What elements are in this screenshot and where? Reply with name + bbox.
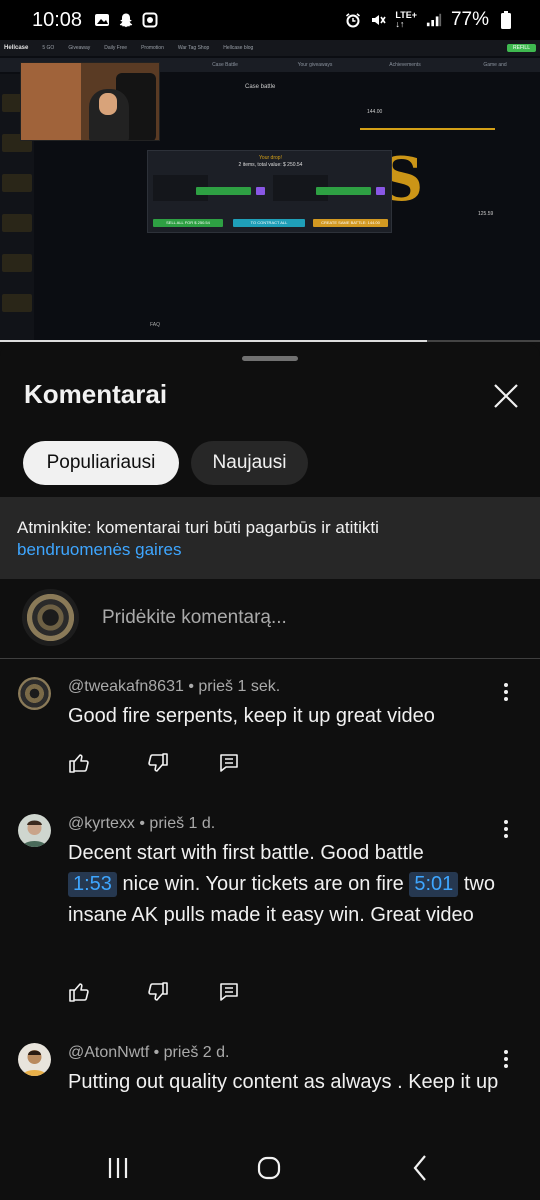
video-progress-fill bbox=[0, 340, 427, 342]
video-progress-bar[interactable] bbox=[0, 340, 540, 342]
comment-text: Putting out quality content as always . … bbox=[68, 1071, 499, 1093]
comment-avatar[interactable] bbox=[18, 677, 51, 710]
video-sidebar-thumb bbox=[2, 294, 32, 312]
recent-apps-icon[interactable] bbox=[100, 1150, 136, 1186]
comment-text-part: Decent start with first battle. Good bat… bbox=[68, 842, 424, 864]
comment-meta: @AtonNwtf • prieš 2 d. bbox=[68, 1044, 230, 1061]
battery-icon bbox=[498, 11, 514, 29]
video-drop-modal: Your drop! 2 items, total value: $ 250.5… bbox=[147, 150, 392, 233]
comment-avatar[interactable] bbox=[18, 814, 51, 847]
video-refill-button: REFILL bbox=[507, 44, 536, 52]
mute-icon bbox=[370, 12, 387, 28]
system-nav-bar bbox=[0, 1136, 540, 1200]
video-modal-sell-all: SELL ALL FOR $ 250.54 bbox=[153, 219, 223, 227]
video-site-topbar: Hellcase 5 GO Giveaway Daily Free Promot… bbox=[0, 40, 540, 56]
video-player[interactable]: Hellcase 5 GO Giveaway Daily Free Promot… bbox=[0, 40, 540, 342]
home-icon[interactable] bbox=[251, 1150, 287, 1186]
add-comment-input[interactable]: Pridėkite komentarą... bbox=[102, 607, 287, 629]
video-nav-item: Game and bbox=[483, 62, 507, 68]
video-modal-title: Your drop! bbox=[259, 155, 282, 161]
notice-text: Atminkite: komentarai turi būti pagarbūs… bbox=[17, 518, 379, 537]
comment-time: prieš 2 d. bbox=[163, 1044, 230, 1061]
snapchat-icon bbox=[118, 12, 134, 28]
video-faq: FAQ bbox=[150, 322, 161, 328]
video-modal-sell bbox=[316, 187, 371, 195]
video-topbar-item: Promotion bbox=[141, 45, 164, 51]
panel-title: Komentarai bbox=[24, 379, 168, 409]
notification-icons bbox=[94, 12, 158, 28]
drag-handle[interactable] bbox=[242, 356, 298, 361]
status-bar: 10:08 LTE+ ↓↑ 77% bbox=[0, 0, 540, 40]
timestamp-link[interactable]: 1:53 bbox=[68, 872, 117, 897]
comment-author[interactable]: @AtonNwtf bbox=[68, 1044, 149, 1061]
video-topbar-item: Daily Free bbox=[104, 45, 128, 51]
close-icon bbox=[494, 384, 518, 408]
like-icon[interactable] bbox=[68, 981, 90, 1003]
video-nav-item: Your giveaways bbox=[297, 62, 333, 68]
dislike-icon[interactable] bbox=[147, 981, 169, 1003]
comment-text: Decent start with first battle. Good bat… bbox=[68, 838, 508, 931]
signal-icon bbox=[426, 12, 442, 28]
network-indicator: LTE+ ↓↑ bbox=[395, 10, 417, 29]
video-modal-sell bbox=[196, 187, 251, 195]
video-modal-subtitle: 2 items, total value: $ 250.54 bbox=[238, 162, 303, 168]
video-modal-action bbox=[256, 187, 265, 195]
comment-avatar[interactable] bbox=[18, 1043, 51, 1076]
video-sidebar-thumb bbox=[2, 214, 32, 232]
comment-meta: @tweakafn8631 • prieš 1 sek. bbox=[68, 678, 281, 695]
comment-meta: @kyrtexx • prieš 1 d. bbox=[68, 815, 216, 832]
comment-author[interactable]: @tweakafn8631 bbox=[68, 678, 184, 695]
chip-newest[interactable]: Naujausi bbox=[191, 441, 308, 485]
video-topbar-item: Hellcase blog bbox=[223, 45, 254, 51]
reply-icon[interactable] bbox=[218, 981, 240, 1003]
close-button[interactable] bbox=[490, 380, 522, 412]
video-topbar-item: 5 GO bbox=[42, 45, 55, 51]
status-time: 10:08 bbox=[32, 8, 83, 31]
reply-icon[interactable] bbox=[218, 752, 240, 774]
back-icon[interactable] bbox=[403, 1150, 439, 1186]
video-modal-create: CREATE SAME BATTLE: 144.00 bbox=[313, 219, 388, 227]
app-notification-icon bbox=[142, 12, 158, 28]
like-icon[interactable] bbox=[68, 752, 90, 774]
video-sidebar-thumb bbox=[2, 174, 32, 192]
webcam-overlay bbox=[20, 62, 160, 141]
video-side-value: 125.59 bbox=[478, 211, 494, 217]
video-site-logo: Hellcase bbox=[4, 45, 29, 51]
comment-author[interactable]: @kyrtexx bbox=[68, 815, 135, 832]
video-nav-item: Achievements bbox=[389, 62, 421, 68]
video-side-value: 144.00 bbox=[367, 109, 383, 115]
chip-top-comments[interactable]: Populiariausi bbox=[23, 441, 179, 485]
comment-text-part: nice win. Your tickets are on fire bbox=[122, 873, 404, 895]
community-notice: Atminkite: komentarai turi būti pagarbūs… bbox=[0, 497, 540, 579]
video-page-header: Case battle bbox=[245, 84, 276, 90]
community-guidelines-link[interactable]: bendruomenės gaires bbox=[17, 539, 523, 561]
alarm-icon bbox=[345, 12, 361, 28]
battery-percent: 77% bbox=[450, 9, 489, 30]
video-modal-action bbox=[376, 187, 385, 195]
video-nav-item: Case Battle bbox=[212, 62, 238, 68]
comment-time: prieš 1 d. bbox=[149, 815, 216, 832]
gallery-icon bbox=[94, 12, 110, 28]
current-user-avatar[interactable] bbox=[22, 589, 79, 646]
timestamp-link[interactable]: 5:01 bbox=[409, 872, 459, 897]
comment-text: Good fire serpents, keep it up great vid… bbox=[68, 705, 435, 727]
dislike-icon[interactable] bbox=[147, 752, 169, 774]
video-topbar-item: Giveaway bbox=[68, 45, 91, 51]
video-gold-line bbox=[360, 128, 495, 130]
video-sidebar-thumb bbox=[2, 254, 32, 272]
video-topbar-item: War Tag Shop bbox=[177, 45, 210, 51]
comment-time: prieš 1 sek. bbox=[198, 678, 281, 695]
video-modal-contract: TO CONTRACT ALL bbox=[233, 219, 305, 227]
